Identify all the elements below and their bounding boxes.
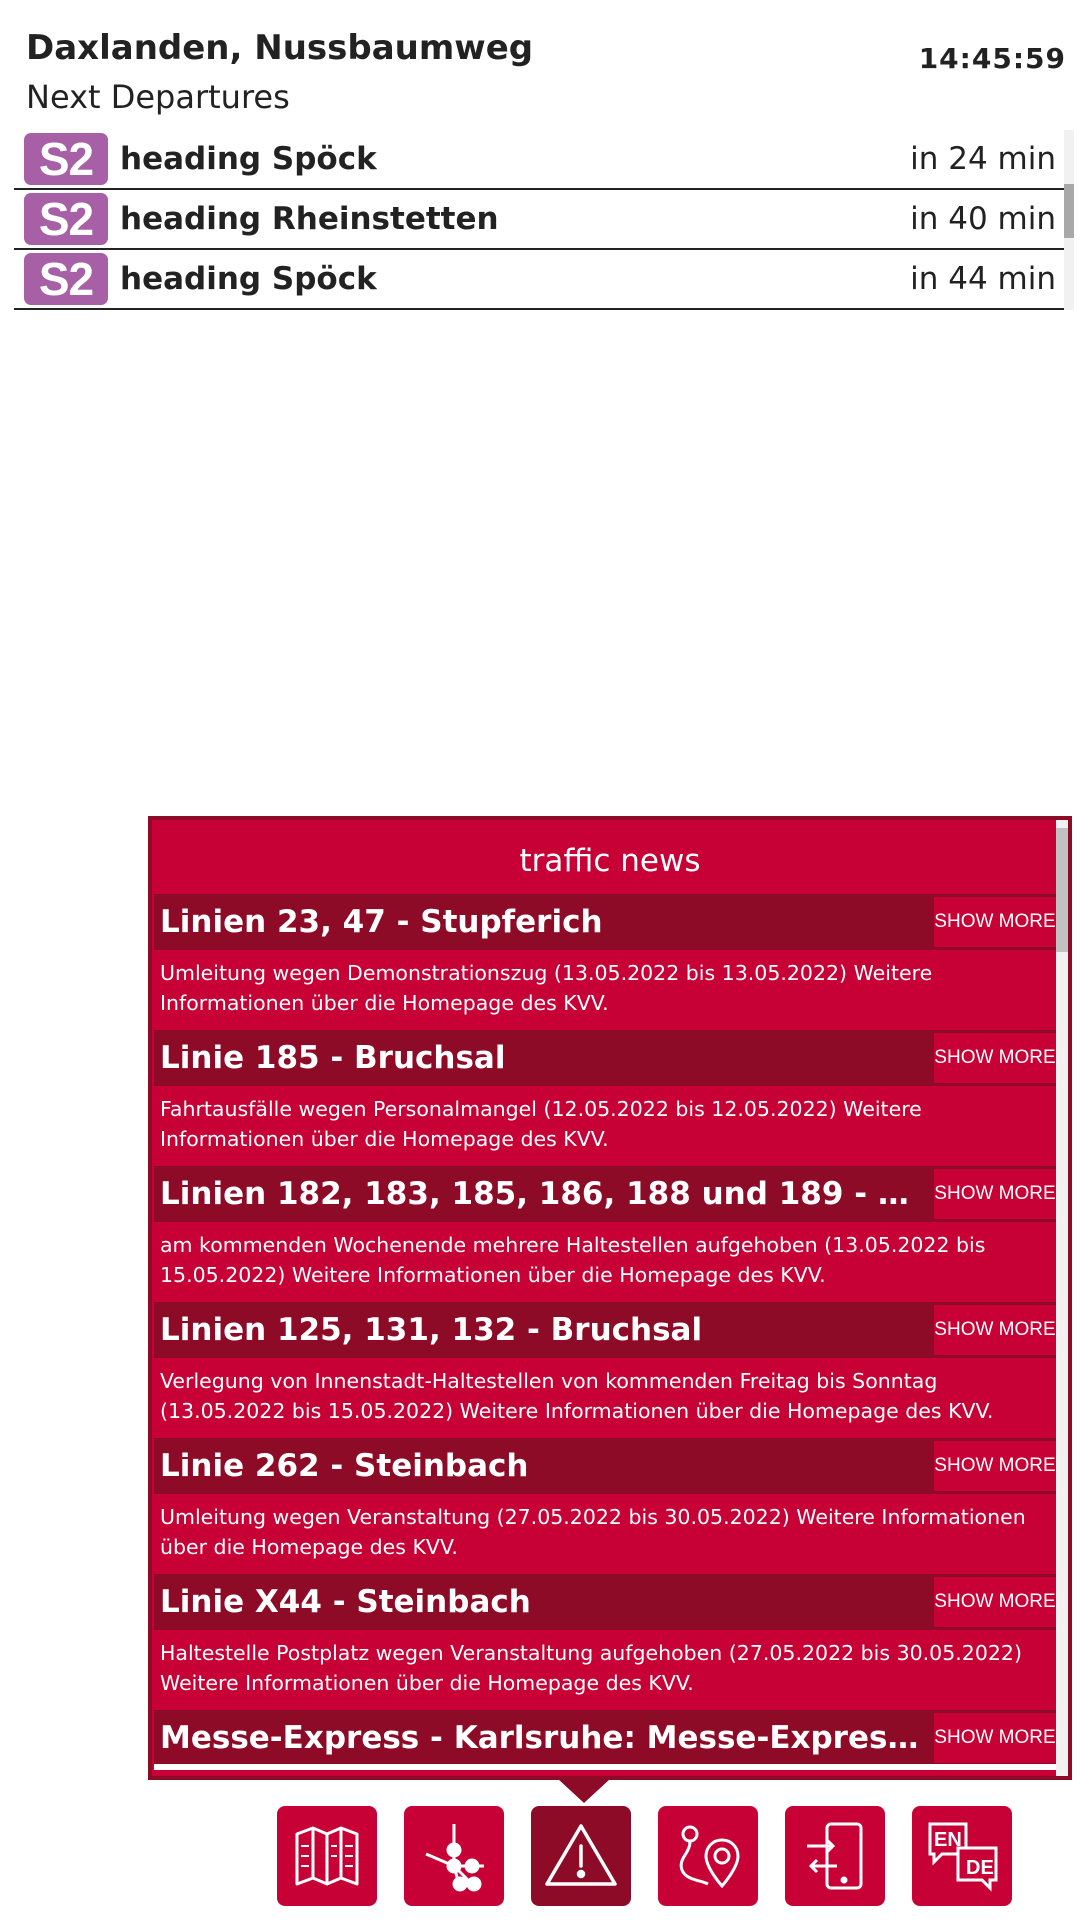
mobile-transfer-button[interactable] [785,1806,885,1906]
news-title: Messe-Express - Karlsruhe: Messe-Express… [160,1720,920,1756]
news-scrollbar[interactable] [1056,820,1068,1776]
network-button[interactable] [404,1806,504,1906]
departure-time: in 40 min [910,201,1056,237]
news-body: Verlegung von Innenstadt-Haltestellen vo… [160,1369,994,1423]
departures-scrollbar[interactable] [1064,130,1074,310]
language-de-label: DE [966,1857,994,1879]
map-icon [295,1826,359,1886]
news-body: Fahrtausfälle wegen Personalmangel (12.0… [160,1097,922,1151]
route-location-button[interactable] [658,1806,758,1906]
news-body: am kommenden Wochenende mehrere Halteste… [160,1233,986,1287]
network-icon [425,1824,484,1892]
news-title: Linien 182, 183, 185, 186, 188 und 189 -… [160,1176,920,1212]
traffic-news-title: traffic news [519,843,701,879]
news-title: Linie X44 - Steinbach [160,1584,531,1620]
news-item: Linien 23, 47 - Stupferich SHOW MORE Umle… [154,894,1058,1030]
language-icon: EN DE [928,1822,998,1892]
mobile-transfer-icon [807,1822,863,1890]
news-title: Linien 23, 47 - Stupferich [160,904,603,940]
departure-destination: heading Spöck [120,141,377,177]
news-title: Linie 262 - Steinbach [160,1448,529,1484]
language-en-label: EN [934,1829,962,1851]
news-list[interactable]: Linien 23, 47 - Stupferich SHOW MORE Umle… [154,894,1058,1776]
show-more-button[interactable]: SHOW MORE [934,897,1056,947]
line-badge: S2 [24,133,108,185]
show-more-button[interactable]: SHOW MORE [934,1033,1056,1083]
news-title: Linie 185 - Bruchsal [160,1040,506,1076]
scrollbar-thumb[interactable] [1056,828,1068,952]
panel-pointer [558,1779,610,1803]
news-body: Umleitung wegen Veranstaltung (27.05.202… [160,1505,1026,1559]
news-item: Linie 262 - Steinbach SHOW MORE Umleitung… [154,1438,1058,1574]
stop-title: Daxlanden, Nussbaumweg [26,28,534,68]
show-more-button[interactable]: SHOW MORE [934,1169,1056,1219]
panel-bottom-edge [154,1764,1060,1770]
warning-icon [545,1824,617,1886]
traffic-news-panel: traffic news Linien 23, 47 - Stupferich S… [148,816,1072,1780]
departure-row: S2 heading Rheinstetten in 40 min [14,190,1064,250]
traffic-news-button[interactable] [531,1806,631,1906]
news-item: Linie 185 - Bruchsal SHOW MORE Fahrtausfä… [154,1030,1058,1166]
line-badge: S2 [24,253,108,305]
show-more-button[interactable]: SHOW MORE [934,1441,1056,1491]
news-title: Linien 125, 131, 132 - Bruchsal [160,1312,703,1348]
departure-destination: heading Rheinstetten [120,201,499,237]
news-item: Linien 182, 183, 185, 186, 188 und 189 -… [154,1166,1058,1302]
show-more-button[interactable]: SHOW MORE [934,1305,1056,1355]
next-departures-label: Next Departures [26,78,290,116]
departure-row: S2 heading Spöck in 24 min [14,130,1064,190]
departures-list[interactable]: S2 heading Spöck in 24 min S2 heading Rh… [14,130,1074,310]
clock: 14:45:59 [918,42,1066,75]
departure-time: in 44 min [910,261,1056,297]
news-item: Linien 125, 131, 132 - Bruchsal SHOW MORE… [154,1302,1058,1438]
map-button[interactable] [277,1806,377,1906]
departure-time: in 24 min [910,141,1056,177]
departure-row: S2 heading Spöck in 44 min [14,250,1064,310]
scrollbar-thumb[interactable] [1064,184,1074,238]
departure-destination: heading Spöck [120,261,377,297]
show-more-button[interactable]: SHOW MORE [934,1577,1056,1627]
line-badge: S2 [24,193,108,245]
route-location-icon [679,1825,740,1889]
language-button[interactable]: EN DE [912,1806,1012,1906]
show-more-button[interactable]: SHOW MORE [934,1713,1056,1763]
news-item: Linie X44 - Steinbach SHOW MORE Haltestel… [154,1574,1058,1710]
news-body: Umleitung wegen Demonstrationszug (13.05… [160,961,933,1015]
news-body: Haltestelle Postplatz wegen Veranstaltun… [160,1641,1022,1695]
